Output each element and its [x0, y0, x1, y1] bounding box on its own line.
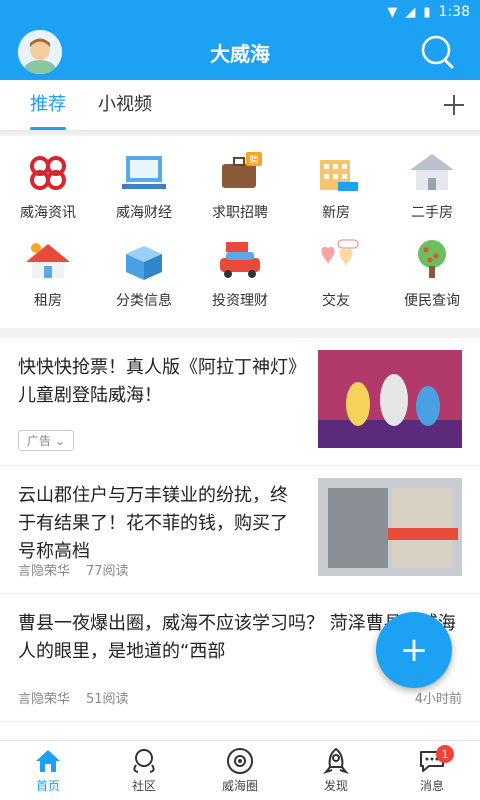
feed-item-reads: 77阅读	[86, 564, 129, 579]
nav-label: 消息	[419, 779, 444, 793]
feed-thumbnail	[318, 478, 462, 576]
battery-icon: ▮	[423, 4, 431, 20]
service-second-hand-house[interactable]: 二手房	[384, 148, 480, 236]
car-icon	[220, 242, 260, 278]
status-time: 1:38	[438, 4, 470, 20]
nav-label: 社区	[131, 779, 156, 793]
plus-icon: +	[399, 630, 429, 670]
status-bar: ▼ ◢ ▮ 1:38	[0, 0, 480, 24]
message-badge: 1	[436, 745, 454, 763]
ad-tag[interactable]: 广告 ⌄	[18, 430, 75, 451]
service-classified[interactable]: 分类信息	[96, 236, 192, 324]
house-old-icon	[410, 154, 454, 190]
nav-label: 首页	[35, 779, 60, 793]
service-label: 威海资讯	[20, 205, 76, 221]
wifi-icon: ▼	[387, 4, 398, 20]
service-grid: 威海资讯 威海财经 聘 求职招聘 新房 二手房 租房 分类信息 投资理财 交友 …	[0, 136, 480, 324]
add-post-button[interactable]: +	[376, 612, 452, 688]
tab-bar: 推荐 小视频	[0, 80, 480, 130]
service-dating[interactable]: 交友	[288, 236, 384, 324]
nav-messages[interactable]: 消息 1	[384, 741, 480, 800]
service-label: 二手房	[411, 205, 453, 221]
eye-circle-icon	[227, 748, 253, 774]
search-icon[interactable]	[418, 32, 458, 72]
nav-community[interactable]: 社区	[96, 741, 192, 800]
feed-item[interactable]: 快快快抢票！真人版《阿拉丁神灯》儿童剧登陆威海！ 广告 ⌄	[0, 338, 480, 466]
service-new-house[interactable]: 新房	[288, 148, 384, 236]
service-label: 新房	[322, 205, 350, 221]
feed-item-author: 言隐荣华	[18, 692, 71, 707]
ad-label: 广告	[27, 434, 52, 448]
feed-item-time: 4小时前	[414, 692, 462, 707]
box-icon	[126, 246, 162, 280]
nav-discover[interactable]: 发现	[288, 741, 384, 800]
community-icon	[133, 749, 155, 773]
svg-text:聘: 聘	[249, 154, 258, 166]
love-icon	[321, 239, 359, 266]
nav-label: 发现	[323, 779, 348, 793]
avatar[interactable]	[18, 30, 62, 74]
section-divider	[0, 328, 480, 338]
home-icon	[36, 750, 60, 772]
feed-item-reads: 51阅读	[86, 692, 129, 707]
signal-icon: ◢	[405, 4, 416, 20]
service-label: 威海财经	[116, 205, 172, 221]
feed-item-meta: 言隐荣华 51阅读	[18, 688, 129, 707]
feed-item[interactable]: 云山郡住户与万丰镁业的纷扰，终于有结果了！花不菲的钱，购买了号称高档 言隐荣华 …	[0, 466, 480, 594]
chevron-down-icon: ⌄	[55, 433, 66, 448]
service-label: 分类信息	[116, 293, 172, 309]
feed-item-title: 云山郡住户与万丰镁业的纷扰，终于有结果了！花不菲的钱，购买了号称高档	[18, 485, 288, 562]
service-label: 租房	[34, 293, 62, 309]
nav-home[interactable]: 首页	[0, 741, 96, 800]
service-label: 求职招聘	[212, 205, 268, 221]
feed-item-meta: 广告 ⌄	[18, 430, 75, 451]
briefcase-icon: 聘	[222, 152, 262, 188]
plus-icon[interactable]	[442, 93, 466, 117]
service-jobs[interactable]: 聘 求职招聘	[192, 148, 288, 236]
bottom-nav: 首页 社区 威海圈 发现 消息 1	[0, 740, 480, 800]
service-convenience[interactable]: 便民查询	[384, 236, 480, 324]
feed-item-title: 快快快抢票！真人版《阿拉丁神灯》儿童剧登陆威海！	[18, 357, 297, 406]
service-weihai-finance[interactable]: 威海财经	[96, 148, 192, 236]
service-label: 投资理财	[212, 293, 268, 309]
knot-icon	[30, 156, 66, 190]
building-icon	[320, 160, 358, 191]
tab-recommend[interactable]: 推荐	[14, 80, 82, 130]
house-icon	[26, 243, 70, 278]
app-title: 大威海	[210, 41, 270, 66]
feed-item-author: 言隐荣华	[18, 564, 71, 579]
screen-icon	[122, 156, 166, 189]
feed-item-meta: 言隐荣华 77阅读	[18, 560, 129, 579]
service-rent[interactable]: 租房	[0, 236, 96, 324]
nav-label: 威海圈	[221, 779, 258, 793]
service-investment[interactable]: 投资理财	[192, 236, 288, 324]
feed-thumbnail	[318, 350, 462, 448]
service-weihai-news[interactable]: 威海资讯	[0, 148, 96, 236]
app-bar: 大威海	[0, 24, 480, 80]
service-label: 便民查询	[404, 293, 460, 309]
tab-short-video[interactable]: 小视频	[82, 80, 168, 130]
tree-icon	[418, 240, 446, 278]
rocket-icon	[323, 747, 349, 775]
nav-weihai-circle[interactable]: 威海圈	[192, 741, 288, 800]
service-label: 交友	[322, 293, 350, 309]
